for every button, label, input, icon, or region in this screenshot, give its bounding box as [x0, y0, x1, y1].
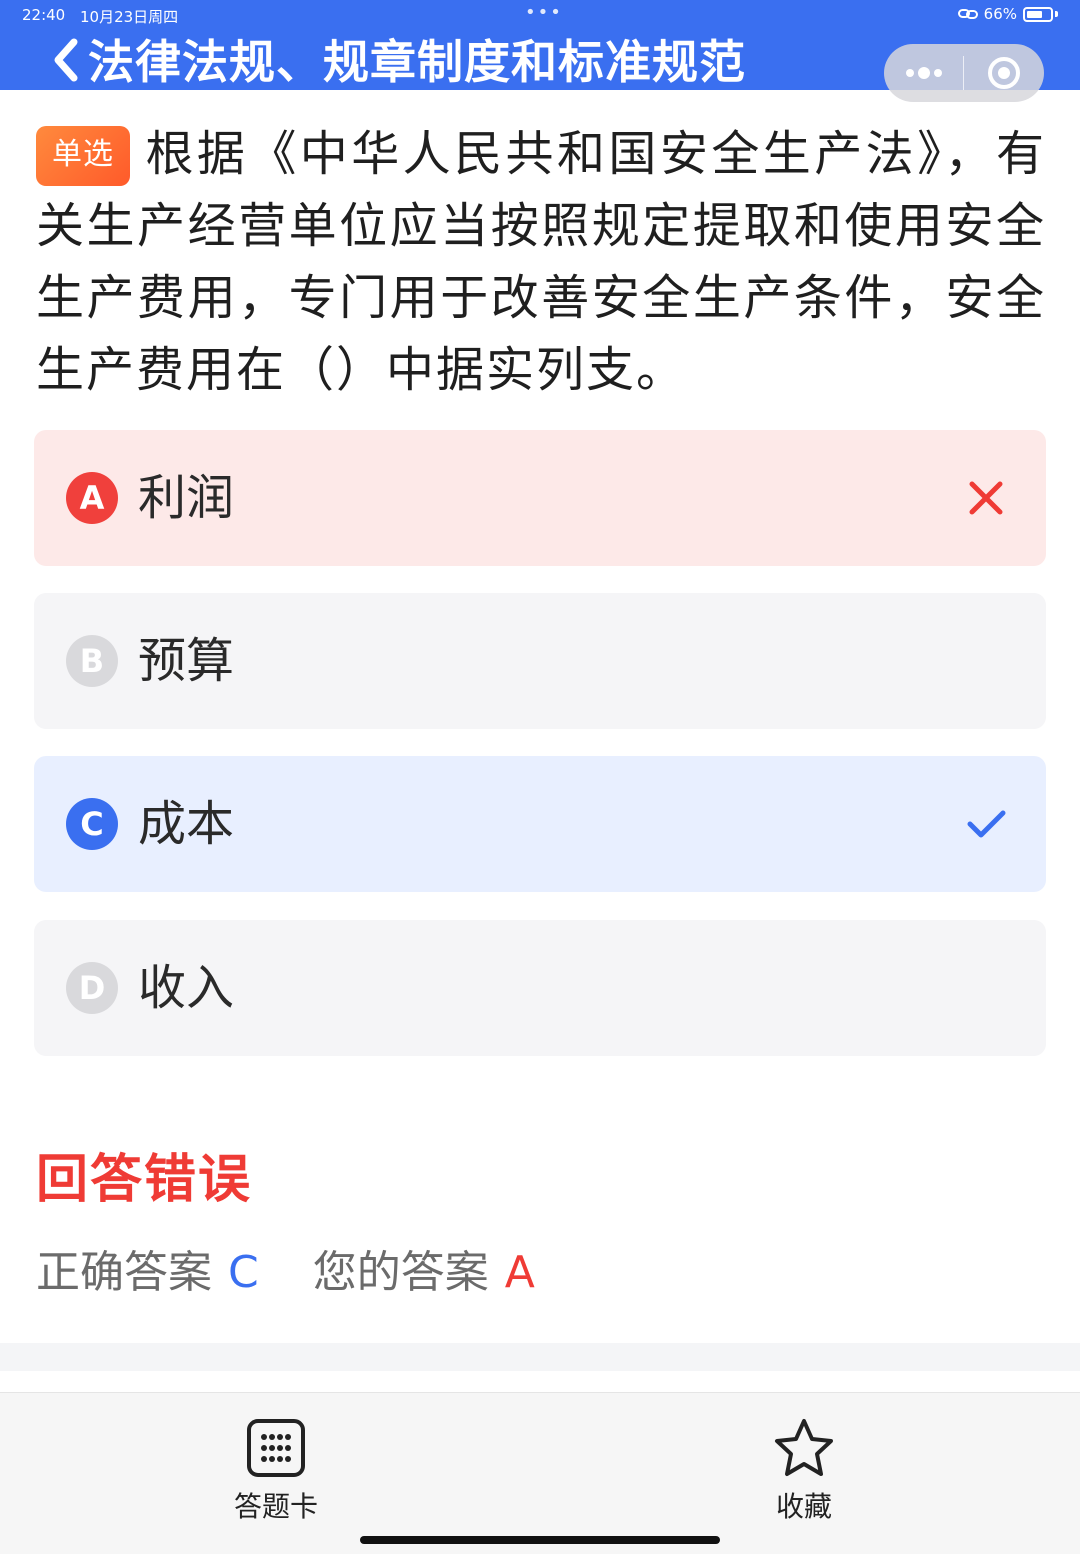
question-text: 根据《中华人民共和国安全生产法》，有关生产经营单位应当按照规定提取和使用安全生产… — [36, 126, 1046, 398]
option-letter: A — [66, 472, 118, 524]
answer-summary: 正确答案 C 您的答案 A — [36, 1244, 535, 1302]
status-time: 22:40 — [22, 6, 66, 24]
section-divider — [0, 1343, 1080, 1371]
battery-icon — [1023, 6, 1053, 22]
option-label: 预算 — [138, 633, 235, 689]
battery-percent: 66% — [983, 5, 1017, 23]
bottom-bar: 答题卡 收藏 — [0, 1392, 1080, 1554]
question-type-badge: 单选 — [36, 126, 130, 186]
battery-tip — [1055, 11, 1058, 17]
question-text-block: 单选 根据《中华人民共和国安全生产法》，有关生产经营单位应当按照规定提取和使用安全… — [36, 118, 1046, 406]
option-letter: D — [66, 962, 118, 1014]
option-b[interactable]: B 预算 — [34, 593, 1046, 729]
option-d[interactable]: D 收入 — [34, 920, 1046, 1056]
status-right: 66% — [957, 5, 1058, 23]
option-a[interactable]: A 利润 — [34, 430, 1046, 566]
option-label: 成本 — [138, 796, 235, 852]
more-button[interactable] — [884, 44, 963, 102]
favorite-label: 收藏 — [775, 1490, 832, 1523]
page-title: 法律法规、规章制度和标准规范 — [88, 35, 746, 89]
close-button[interactable] — [964, 44, 1043, 102]
answer-card-label: 答题卡 — [233, 1490, 318, 1523]
star-icon — [775, 1419, 833, 1476]
correct-check-icon — [967, 810, 1006, 838]
wrong-cross-icon — [969, 481, 1003, 515]
option-letter: B — [66, 635, 118, 687]
status-bar: 22:40 10月23日周四 ••• 66% — [0, 0, 1080, 32]
option-label: 利润 — [138, 470, 235, 526]
mini-program-capsule — [884, 44, 1044, 102]
option-c[interactable]: C 成本 — [34, 756, 1046, 892]
header: 22:40 10月23日周四 ••• 66% 法律法规、规章制度和标准规范 — [0, 0, 1080, 102]
your-answer-label: 您的答案 — [312, 1247, 489, 1298]
result-title: 回答错误 — [36, 1150, 253, 1210]
quiz-page: 22:40 10月23日周四 ••• 66% 法律法规、规章制度和标准规范 单选… — [0, 0, 1080, 1554]
multitask-dots-icon[interactable]: ••• — [525, 2, 563, 23]
option-letter: C — [66, 798, 118, 850]
target-close-icon — [987, 57, 1020, 89]
correct-answer-value: C — [228, 1247, 259, 1298]
more-dots-icon — [905, 67, 942, 79]
correct-answer-label: 正确答案 — [36, 1247, 212, 1298]
chevron-left-icon[interactable] — [50, 36, 80, 84]
grid-card-icon — [247, 1419, 305, 1477]
link-icon — [957, 9, 978, 19]
your-answer-value: A — [504, 1247, 535, 1298]
status-date: 10月23日周四 — [80, 8, 179, 26]
favorite-button[interactable]: 收藏 — [724, 1417, 884, 1525]
home-indicator[interactable] — [360, 1536, 720, 1544]
battery-fill — [1027, 10, 1042, 18]
option-label: 收入 — [138, 960, 235, 1016]
answer-card-button[interactable]: 答题卡 — [196, 1417, 356, 1525]
